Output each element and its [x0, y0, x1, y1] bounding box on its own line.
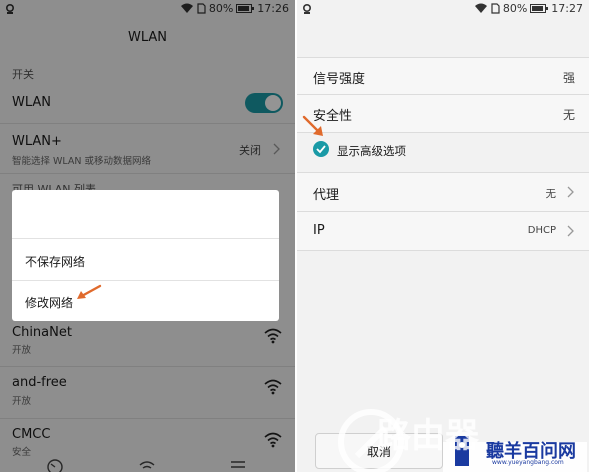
wifi-signal-icon	[474, 3, 487, 13]
status-bar: 80% 17:27	[297, 0, 589, 17]
network-options-dialog: 不保存网络 修改网络	[12, 190, 279, 321]
proxy-label: 代理	[313, 188, 340, 203]
dialog-divider	[12, 238, 279, 239]
ip-row[interactable]: IP DHCP	[297, 212, 589, 251]
modify-network-option[interactable]: 修改网络	[12, 294, 279, 311]
watermark-text: 路由器	[377, 416, 479, 456]
advanced-options-row[interactable]: 显示高级选项	[297, 133, 589, 173]
signal-strength-value: 强	[562, 71, 575, 85]
app-notification-icon	[303, 4, 311, 14]
checkmark-icon	[316, 145, 326, 154]
signal-strength-row: 信号强度 强	[297, 57, 589, 95]
watermark-url: www.yueyangbang.com	[492, 459, 564, 466]
forget-network-option[interactable]: 不保存网络	[12, 253, 279, 270]
advanced-options-checkbox[interactable]	[313, 141, 329, 157]
arrow-pointer-icon	[77, 284, 102, 299]
security-row: 安全性 无	[297, 95, 589, 133]
proxy-value: 无	[545, 188, 557, 200]
advanced-options-label: 显示高级选项	[337, 144, 406, 158]
dialog-divider	[12, 280, 279, 281]
ip-value: DHCP	[527, 225, 556, 236]
sim-icon	[491, 3, 500, 14]
chevron-right-icon	[567, 225, 574, 237]
clock: 17:27	[551, 2, 583, 15]
arrow-pointer-icon	[302, 115, 323, 136]
chevron-right-icon	[567, 186, 574, 198]
battery-icon	[530, 4, 549, 13]
battery-percent: 80%	[502, 2, 528, 15]
left-screen: 80% 17:26 WLAN 开关 WLAN WLAN+ 智能选择 WLAN 或…	[0, 0, 295, 472]
security-value: 无	[562, 108, 575, 122]
proxy-row[interactable]: 代理 无	[297, 173, 589, 212]
signal-strength-label: 信号强度	[313, 72, 366, 87]
ip-label: IP	[313, 223, 325, 238]
